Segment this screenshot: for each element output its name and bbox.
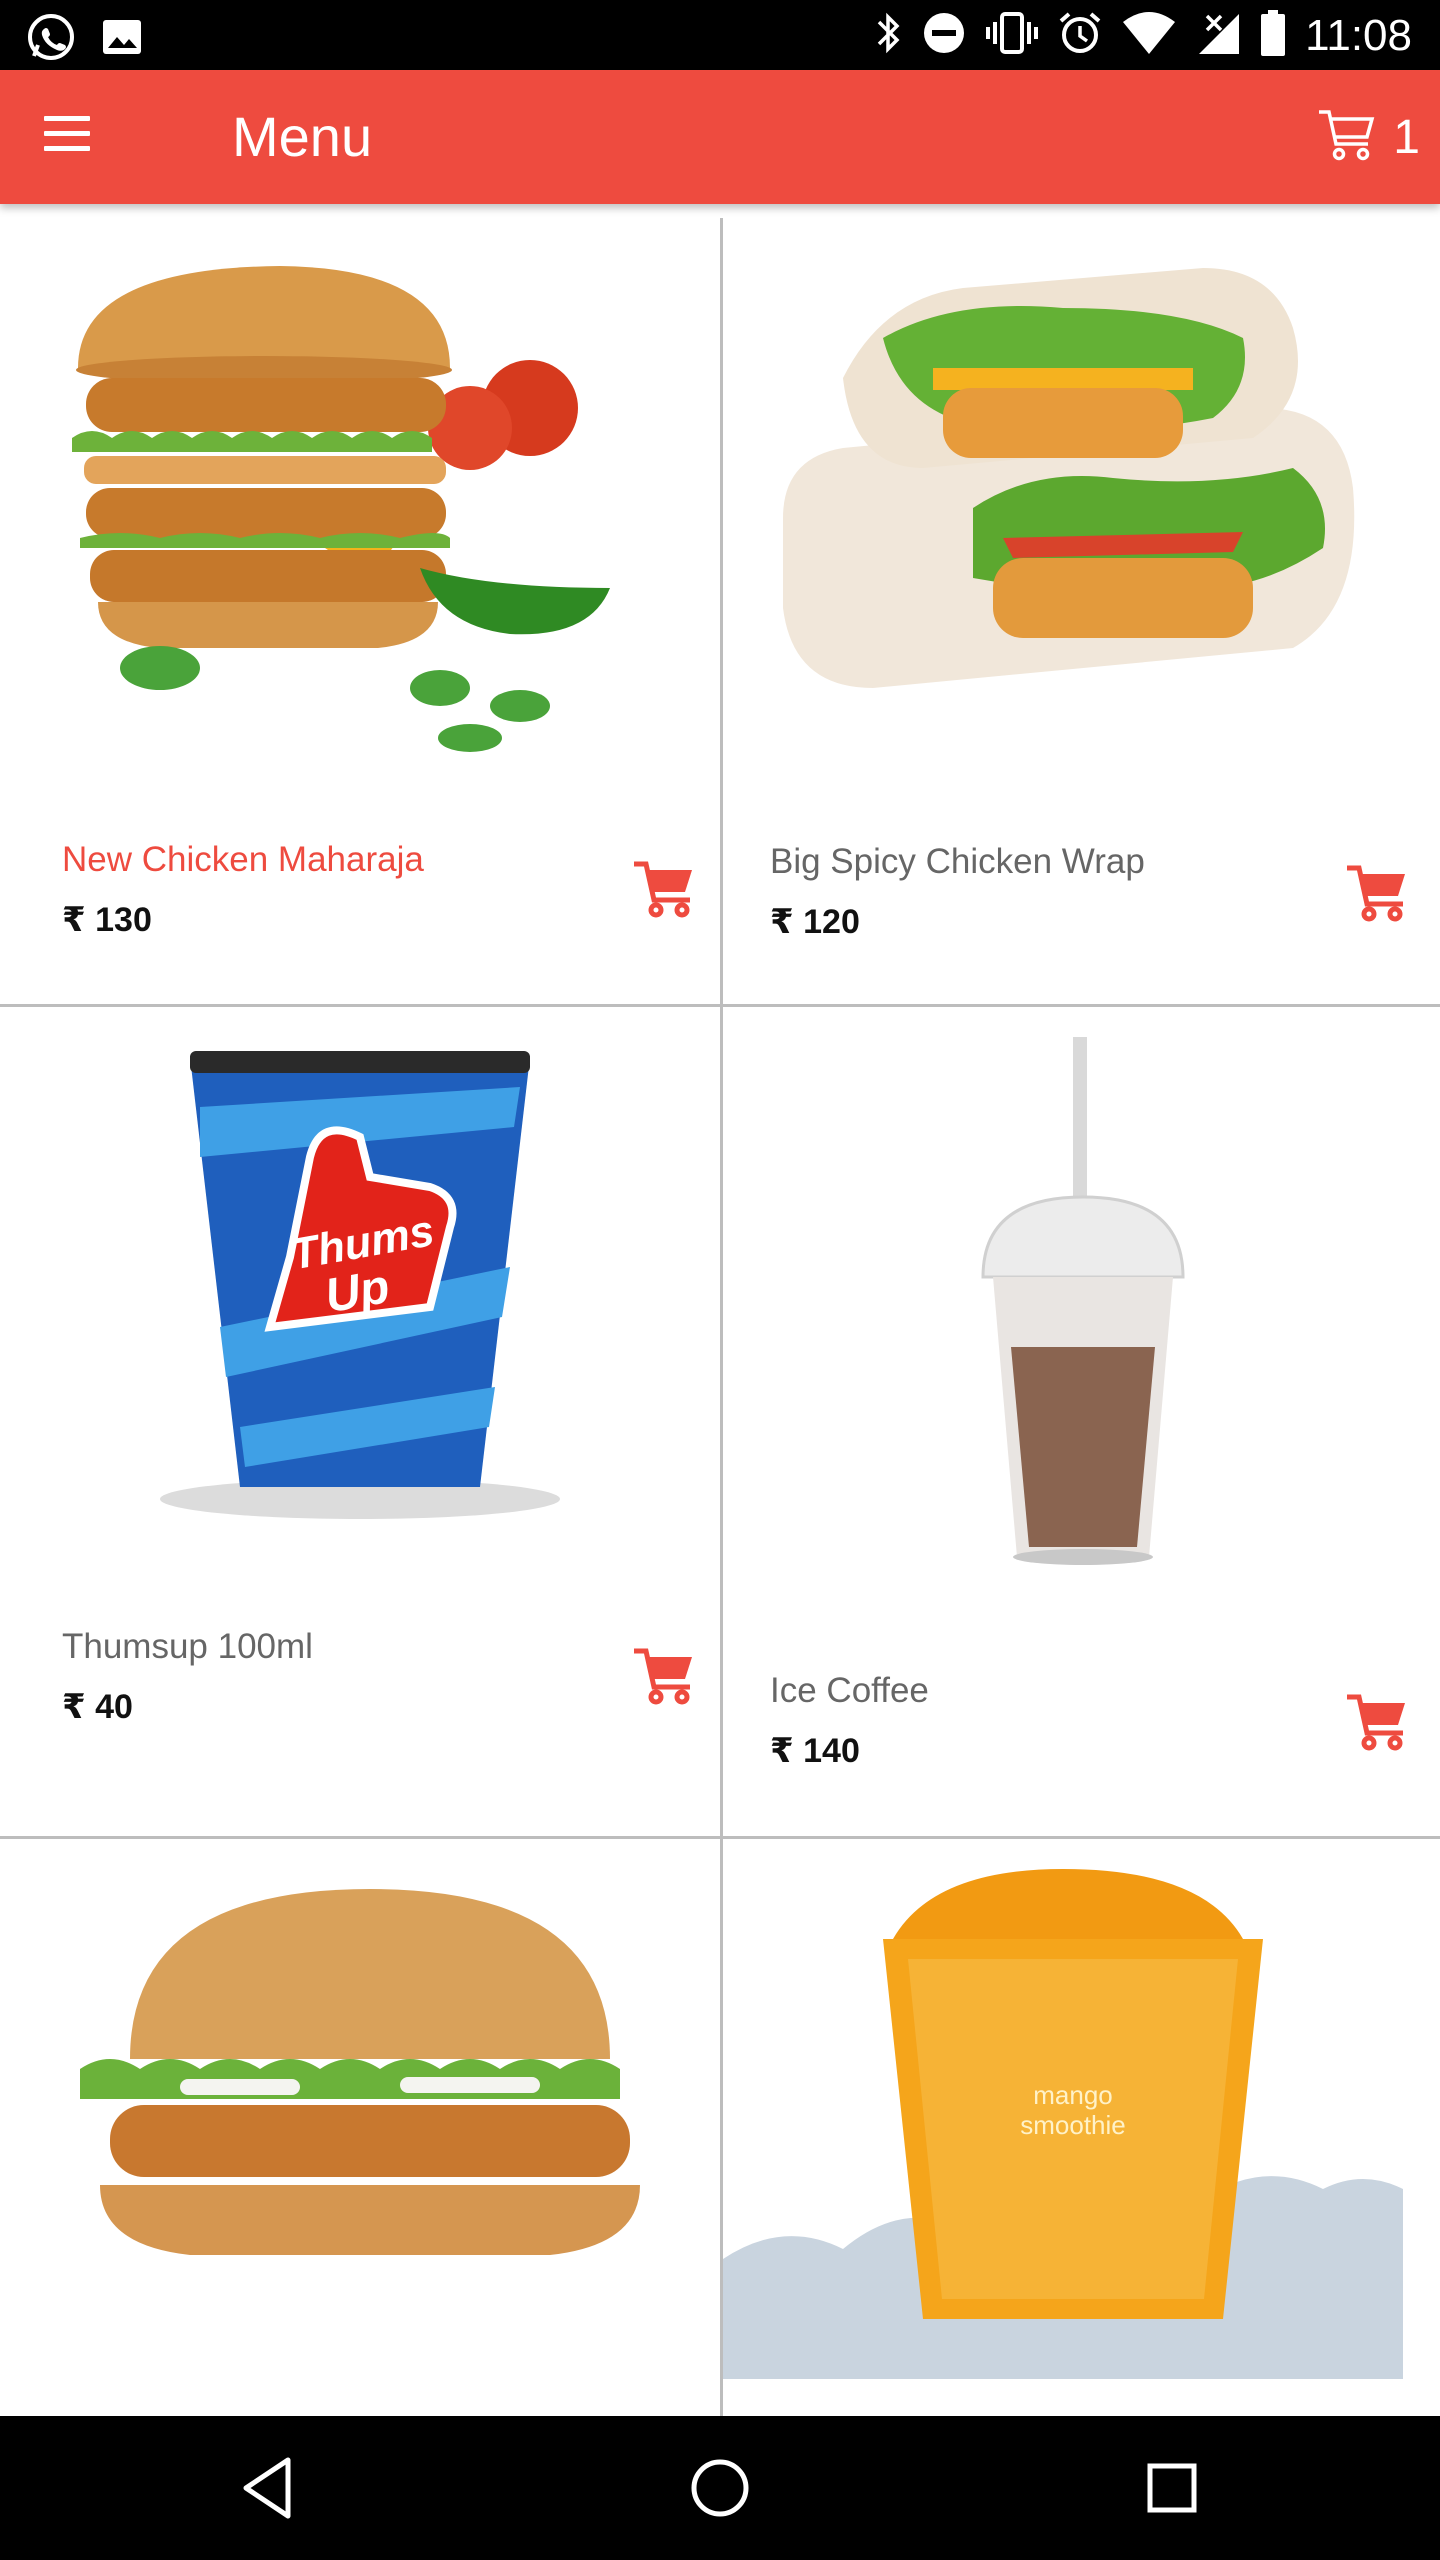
add-to-cart-button[interactable]: [632, 1645, 696, 1709]
menu-button[interactable]: [40, 110, 100, 164]
item-name: Thumsup 100ml: [62, 1627, 313, 1666]
image-icon: [100, 15, 144, 64]
menu-item-card[interactable]: New Chicken Maharaja ₹ 130: [0, 218, 718, 1002]
ice-coffee-icon: [923, 1027, 1243, 1587]
currency-symbol: ₹: [770, 1732, 794, 1770]
menu-item-card[interactable]: Big Spicy Chicken Wrap ₹ 120: [723, 218, 1440, 1002]
cart-button[interactable]: 1: [1317, 100, 1420, 174]
do-not-disturb-icon: [921, 10, 967, 61]
add-to-cart-button[interactable]: [632, 858, 696, 922]
item-price: ₹ 140: [770, 1729, 860, 1773]
item-price: ₹ 120: [770, 900, 860, 944]
currency-symbol: ₹: [770, 903, 794, 941]
recents-icon: [1147, 2463, 1197, 2513]
price-value: 130: [95, 901, 152, 939]
price-value: 120: [803, 903, 860, 941]
cart-add-icon: [634, 1648, 692, 1705]
currency-symbol: ₹: [62, 1688, 86, 1726]
clock-time: 11:08: [1305, 10, 1412, 60]
page-title: Menu: [232, 105, 373, 168]
price-value: 40: [95, 1688, 133, 1726]
chicken-burger-icon: [60, 1869, 680, 2309]
bluetooth-icon: [873, 8, 903, 63]
status-bar: 11:08: [0, 0, 1440, 70]
wrap-icon: [773, 258, 1393, 778]
item-name: Big Spicy Chicken Wrap: [770, 842, 1145, 881]
menu-item-card[interactable]: mango smoothie: [723, 1839, 1440, 2416]
cart-count: 1: [1393, 110, 1420, 164]
cup-text: mango: [1033, 2080, 1113, 2110]
item-price: ₹ 130: [62, 898, 152, 942]
back-button[interactable]: [232, 2452, 304, 2524]
add-to-cart-button[interactable]: [1345, 1691, 1409, 1755]
cola-cup-icon: Thums Up: [90, 1047, 630, 1527]
currency-symbol: ₹: [62, 901, 86, 939]
menu-item-card[interactable]: [0, 1839, 718, 2416]
price-value: 140: [803, 1732, 860, 1770]
item-name: New Chicken Maharaja: [62, 840, 424, 879]
home-icon: [691, 2459, 749, 2517]
home-button[interactable]: [684, 2452, 756, 2524]
burger-double-icon: [50, 238, 670, 778]
item-price: ₹ 40: [62, 1685, 133, 1729]
cup-text: smoothie: [1020, 2110, 1126, 2140]
hamburger-line: [44, 146, 90, 151]
app-bar: Menu 1: [0, 70, 1440, 204]
signal-icon: [1195, 10, 1241, 61]
system-nav-bar: [0, 2416, 1440, 2560]
cart-add-icon: [634, 861, 692, 918]
cup-text: Up: [321, 1260, 393, 1323]
wifi-icon: [1121, 10, 1177, 61]
cart-add-icon: [1347, 865, 1405, 922]
add-to-cart-button[interactable]: [1345, 862, 1409, 926]
back-icon: [243, 2457, 291, 2519]
vibrate-icon: [985, 10, 1039, 61]
battery-icon: [1259, 9, 1287, 62]
whatsapp-icon: [26, 12, 76, 67]
cart-add-icon: [1347, 1694, 1405, 1751]
menu-item-card[interactable]: Ice Coffee ₹ 140: [723, 1007, 1440, 1834]
recents-button[interactable]: [1136, 2452, 1208, 2524]
mango-smoothie-icon: mango smoothie: [723, 1859, 1423, 2379]
cart-icon: [1317, 106, 1377, 169]
menu-item-card[interactable]: Thums Up Thumsup 100ml ₹ 40: [0, 1007, 718, 1834]
hamburger-line: [44, 131, 90, 136]
hamburger-icon: [44, 116, 90, 121]
alarm-icon: [1057, 10, 1103, 61]
item-name: Ice Coffee: [770, 1671, 929, 1710]
